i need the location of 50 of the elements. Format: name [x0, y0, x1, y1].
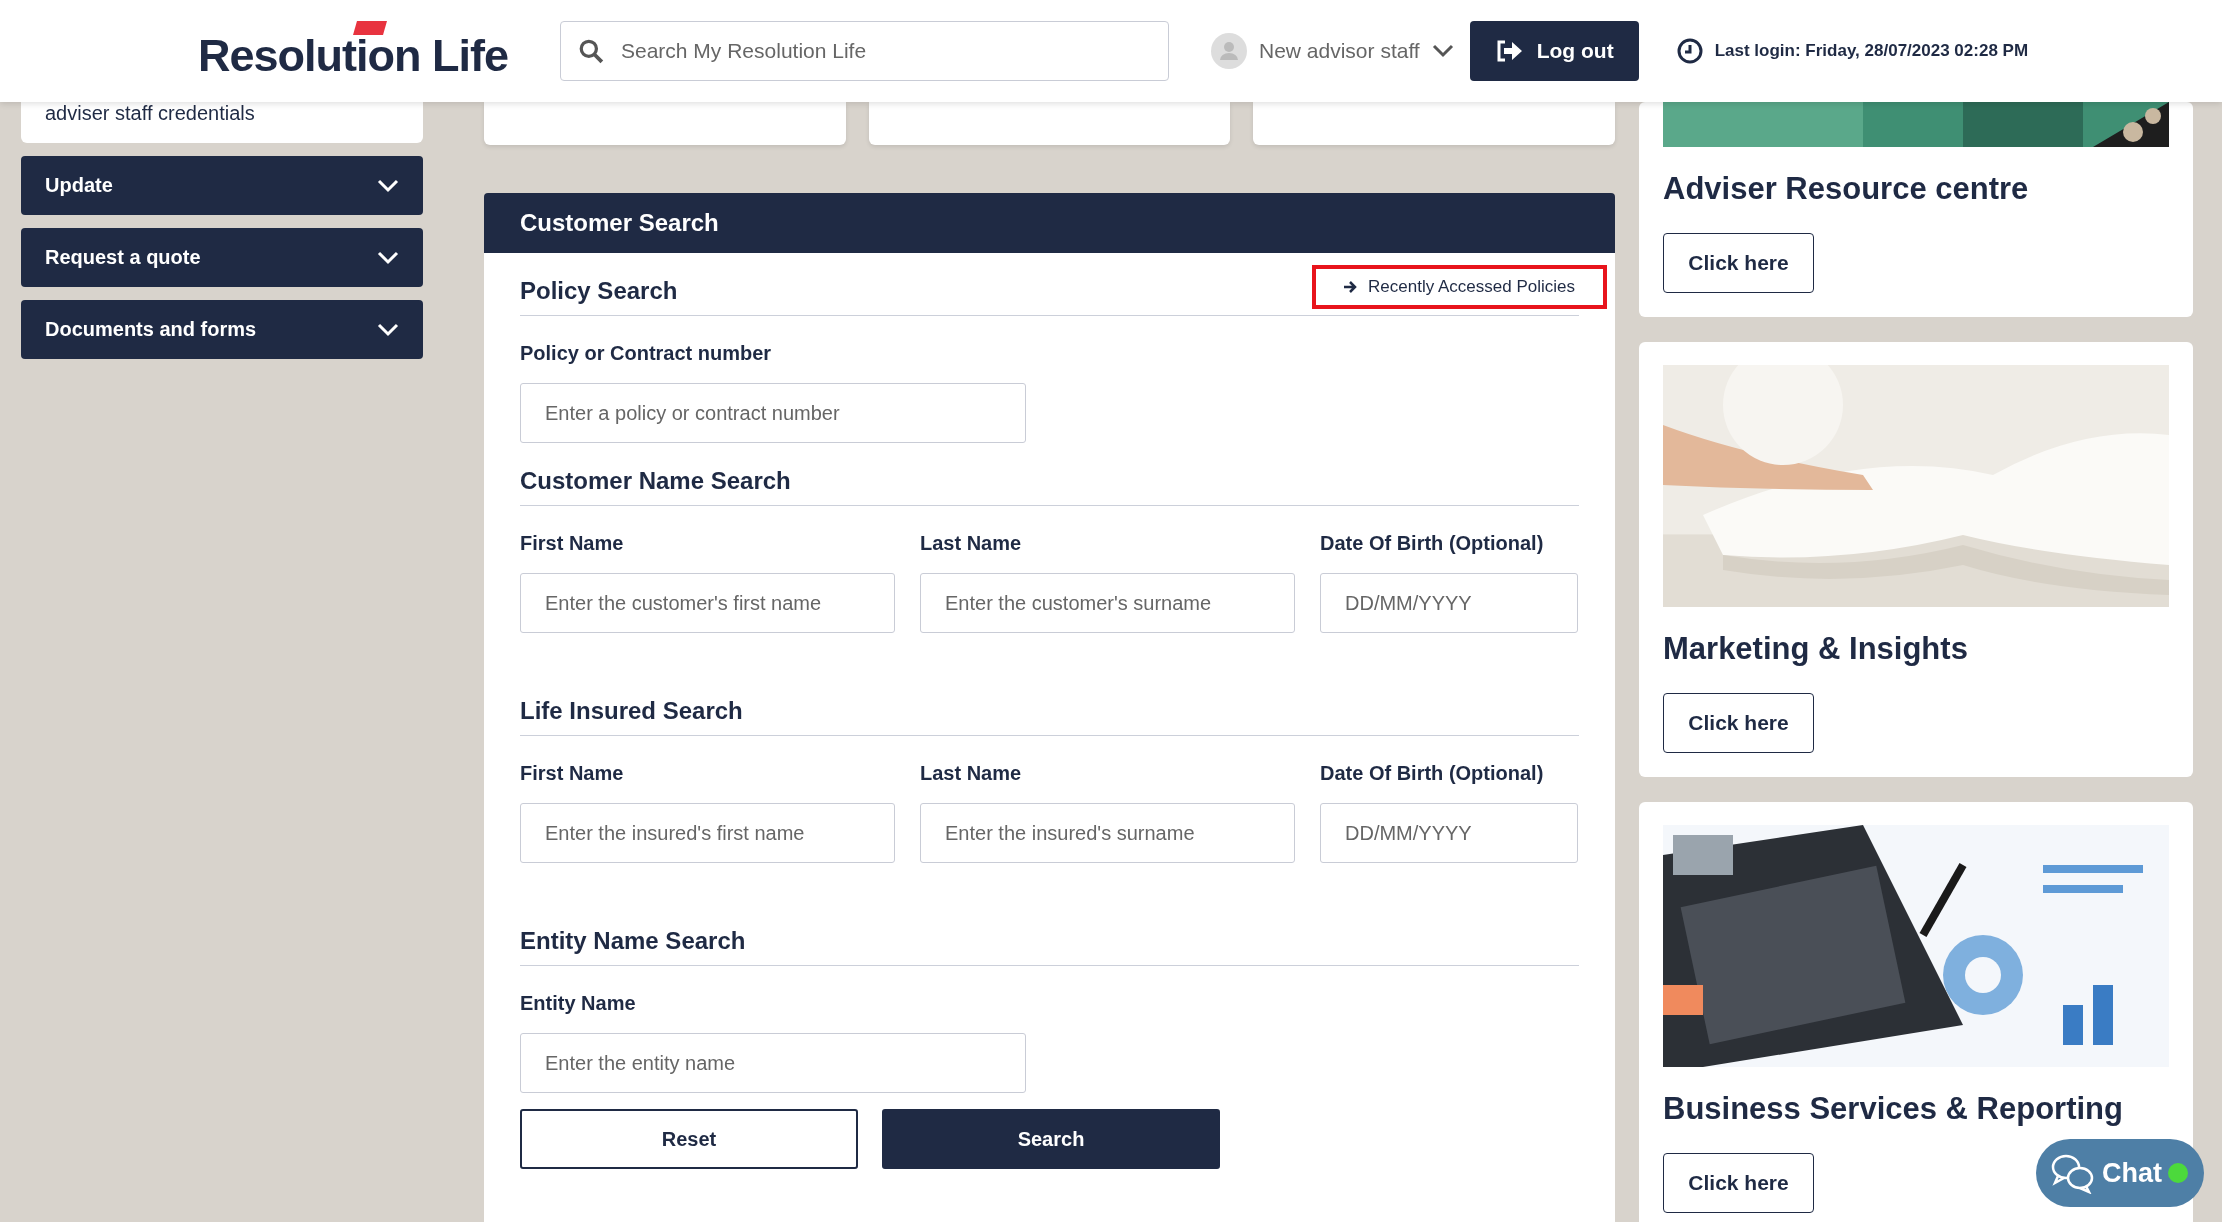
avatar-icon	[1211, 33, 1247, 69]
last-login-text: Last login: Friday, 28/07/2023 02:28 PM	[1714, 41, 2029, 61]
chevron-down-icon	[1431, 44, 1454, 58]
search-button[interactable]: Search	[882, 1109, 1220, 1169]
reset-button[interactable]: Reset	[520, 1109, 858, 1169]
field-label: First Name	[520, 762, 625, 785]
section-title: Entity Name Search	[520, 927, 746, 955]
card-title: Marketing & Insights	[1663, 631, 1969, 667]
field-label: Date Of Birth (Optional)	[1320, 762, 1545, 785]
accordion-item[interactable]: Update	[21, 156, 423, 215]
section-title: Customer Name Search	[520, 467, 791, 495]
accordion-item[interactable]: Documents and forms	[21, 300, 423, 359]
logout-button[interactable]: Log out	[1469, 21, 1639, 81]
field-label: Last Name	[920, 762, 1023, 785]
card-title: Adviser Resource centre	[1663, 171, 2030, 207]
chevron-down-icon	[377, 322, 399, 337]
accordion-item[interactable]: Request a quote	[21, 228, 423, 287]
field-label: First Name	[520, 532, 625, 555]
card-text: adviser staff credentials	[45, 102, 255, 124]
section-title: Life Insured Search	[520, 697, 743, 725]
card-title: Business Services & Reporting	[1663, 1091, 2124, 1127]
click-here-button[interactable]: Click here	[1663, 233, 1814, 293]
recent-policies-link[interactable]: Recently Accessed Policies	[1312, 265, 1607, 309]
logo-flag-icon	[353, 21, 387, 36]
user-name[interactable]: New advisor staff	[1259, 39, 1420, 63]
input-field[interactable]: Enter the insured's surname	[920, 803, 1295, 863]
chevron-down-icon	[377, 250, 399, 265]
clock-icon	[1676, 38, 1703, 64]
chat-bubbles-icon	[2050, 1152, 2096, 1194]
input-field[interactable]: Enter the customer's surname	[920, 573, 1295, 633]
field-label: Date Of Birth (Optional)	[1320, 532, 1545, 555]
input-field[interactable]: DD/MM/YYYY	[1320, 573, 1578, 633]
click-here-button[interactable]: Click here	[1663, 693, 1814, 753]
input-field[interactable]: Enter the insured's first name	[520, 803, 895, 863]
input-field[interactable]: DD/MM/YYYY	[1320, 803, 1578, 863]
chevron-down-icon	[377, 178, 399, 193]
input-field[interactable]: Enter a policy or contract number	[520, 383, 1026, 443]
chat-button[interactable]: Chat	[2036, 1139, 2204, 1207]
input-field[interactable]: Enter the customer's first name	[520, 573, 895, 633]
section-title: Policy Search	[520, 277, 678, 305]
field-label: Last Name	[920, 532, 1023, 555]
arrow-right-icon	[1344, 281, 1359, 293]
logo[interactable]: Resolution Life	[198, 21, 508, 81]
search-icon	[578, 38, 604, 64]
search-field[interactable]: Search My Resolution Life	[560, 21, 1169, 81]
field-label: Entity Name	[520, 992, 637, 1015]
field-label: Policy or Contract number	[520, 342, 773, 365]
input-field[interactable]: Enter the entity name	[520, 1033, 1026, 1093]
panel-header: Customer Search	[484, 193, 1615, 253]
click-here-button[interactable]: Click here	[1663, 1153, 1814, 1213]
